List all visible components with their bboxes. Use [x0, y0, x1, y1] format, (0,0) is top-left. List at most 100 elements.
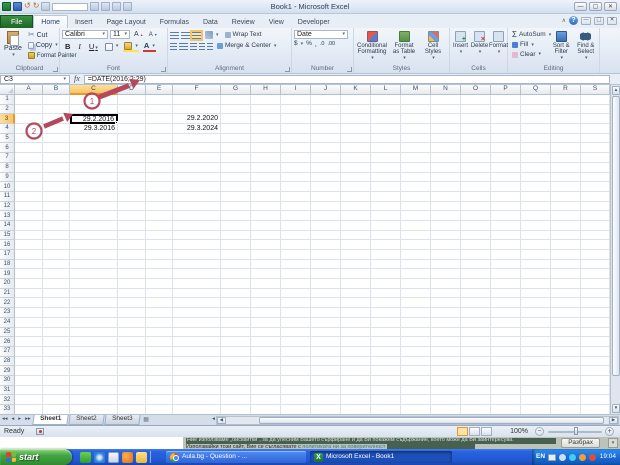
cell[interactable]	[173, 347, 221, 357]
format-as-table-button[interactable]: Format as Table	[390, 30, 418, 63]
cell[interactable]	[43, 143, 70, 153]
cell[interactable]	[118, 337, 146, 347]
cell[interactable]	[371, 250, 401, 260]
cell[interactable]	[581, 105, 610, 115]
cell[interactable]	[491, 269, 521, 279]
cell[interactable]	[401, 202, 431, 212]
cell[interactable]	[221, 337, 251, 347]
fill-button[interactable]: Fill	[510, 41, 548, 50]
cell[interactable]	[118, 260, 146, 270]
minimize-button[interactable]: —	[574, 2, 587, 11]
cell[interactable]	[146, 124, 173, 134]
cell[interactable]	[401, 163, 431, 173]
cell[interactable]	[521, 211, 551, 221]
cell[interactable]	[581, 328, 610, 338]
cell[interactable]	[251, 298, 281, 308]
cell[interactable]	[70, 298, 118, 308]
cell-styles-button[interactable]: Cell Styles	[420, 30, 446, 63]
cell[interactable]	[551, 366, 581, 376]
cell[interactable]	[70, 163, 118, 173]
cell[interactable]	[461, 386, 491, 396]
cell[interactable]	[431, 134, 461, 144]
row-header[interactable]: 32	[0, 395, 15, 405]
cell[interactable]	[461, 279, 491, 289]
cell[interactable]	[491, 250, 521, 260]
cell[interactable]	[173, 192, 221, 202]
row-header[interactable]: 18	[0, 260, 15, 270]
cell[interactable]	[491, 308, 521, 318]
cell[interactable]	[581, 134, 610, 144]
cell[interactable]	[221, 202, 251, 212]
cell[interactable]	[551, 260, 581, 270]
cell[interactable]	[173, 366, 221, 376]
row-header[interactable]: 30	[0, 376, 15, 386]
find-select-button[interactable]: Find & Select	[575, 30, 598, 63]
column-header[interactable]: K	[341, 85, 371, 95]
row-header[interactable]: 4	[0, 124, 15, 134]
cell[interactable]	[371, 240, 401, 250]
cell[interactable]	[341, 173, 371, 183]
clear-button[interactable]: Clear	[510, 51, 548, 60]
cell[interactable]	[551, 105, 581, 115]
cell[interactable]	[461, 95, 491, 105]
cell[interactable]	[491, 289, 521, 299]
cell[interactable]	[431, 95, 461, 105]
cell[interactable]	[371, 269, 401, 279]
cell[interactable]	[221, 298, 251, 308]
formula-input[interactable]: =DATE(2016;2;29)	[84, 75, 610, 84]
cell[interactable]	[251, 114, 281, 124]
cell[interactable]	[461, 269, 491, 279]
cell[interactable]	[311, 269, 341, 279]
cell[interactable]	[401, 376, 431, 386]
cell[interactable]	[341, 114, 371, 124]
row-header[interactable]: 31	[0, 386, 15, 396]
cell[interactable]	[521, 298, 551, 308]
cell[interactable]	[371, 134, 401, 144]
cell[interactable]	[581, 173, 610, 183]
cell[interactable]	[251, 337, 281, 347]
cell[interactable]	[491, 163, 521, 173]
cell[interactable]	[70, 211, 118, 221]
column-header[interactable]: C	[70, 85, 118, 95]
cell[interactable]	[173, 153, 221, 163]
cell[interactable]	[311, 192, 341, 202]
cell[interactable]	[551, 328, 581, 338]
column-header[interactable]: Q	[521, 85, 551, 95]
cell[interactable]	[221, 386, 251, 396]
cell[interactable]	[70, 395, 118, 405]
scroll-up-icon[interactable]: ▲	[612, 86, 620, 95]
taskbar-button-excel[interactable]: X Microsoft Excel - Book1	[310, 451, 452, 463]
cell[interactable]	[281, 376, 311, 386]
cell[interactable]	[118, 328, 146, 338]
cell[interactable]	[118, 347, 146, 357]
cell[interactable]	[281, 134, 311, 144]
cell[interactable]	[146, 153, 173, 163]
cell[interactable]	[311, 134, 341, 144]
cell[interactable]	[341, 289, 371, 299]
cell[interactable]	[341, 134, 371, 144]
cell[interactable]	[341, 182, 371, 192]
cell[interactable]	[173, 221, 221, 231]
column-header[interactable]: D	[118, 85, 146, 95]
cell[interactable]	[431, 240, 461, 250]
cell[interactable]	[401, 105, 431, 115]
cell[interactable]	[401, 182, 431, 192]
cell[interactable]	[118, 182, 146, 192]
cell[interactable]	[70, 240, 118, 250]
cell[interactable]	[491, 95, 521, 105]
cell[interactable]	[581, 269, 610, 279]
tab-page-layout[interactable]: Page Layout	[99, 16, 152, 28]
cell[interactable]	[401, 328, 431, 338]
cell[interactable]	[341, 163, 371, 173]
cell[interactable]	[221, 318, 251, 328]
cell[interactable]	[521, 337, 551, 347]
cell[interactable]	[221, 376, 251, 386]
cell[interactable]	[173, 279, 221, 289]
language-indicator[interactable]: EN	[536, 454, 545, 461]
cell[interactable]	[401, 173, 431, 183]
cell[interactable]	[251, 211, 281, 221]
cell[interactable]	[15, 221, 43, 231]
scroll-down-icon[interactable]: ▼	[612, 404, 620, 413]
cell[interactable]	[146, 395, 173, 405]
cell[interactable]	[431, 192, 461, 202]
